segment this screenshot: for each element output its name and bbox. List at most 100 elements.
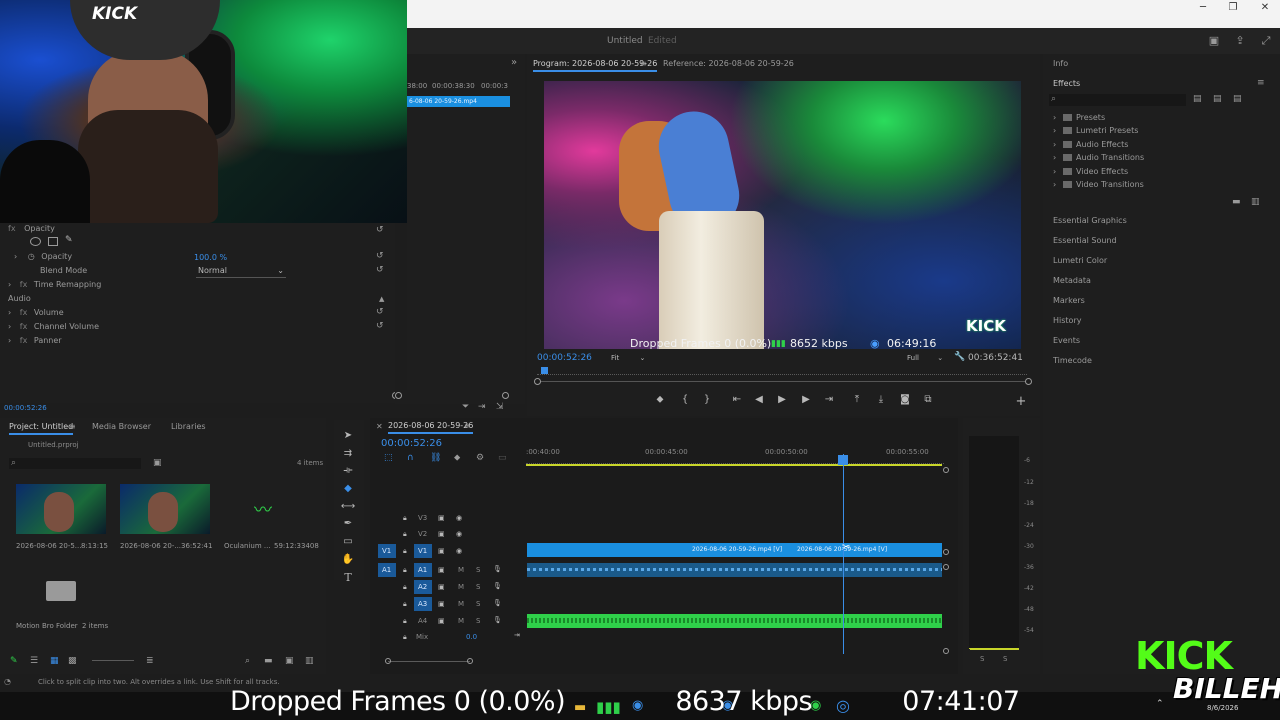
audio-thumbnail[interactable]: 〰 <box>224 484 314 534</box>
vertical-zoom-handle[interactable] <box>943 564 949 570</box>
write-protect-icon[interactable]: ✎ <box>10 656 18 666</box>
playhead-head[interactable] <box>838 455 848 465</box>
collapse-up-icon[interactable]: ▲ <box>379 295 384 303</box>
lock-icon[interactable]: 🔒︎ <box>403 530 407 539</box>
close-icon[interactable]: ✕ <box>376 422 383 431</box>
effects-tree-audio-effects[interactable]: › Audio Effects <box>1053 140 1128 149</box>
pen-tool-icon[interactable]: ✒ <box>340 518 356 532</box>
step-back-icon[interactable]: ◀ <box>752 394 766 408</box>
yuv-effects-icon[interactable]: ▤ <box>1233 94 1242 104</box>
tab-program[interactable]: Program: 2026-08-06 20-59-26 <box>533 59 658 72</box>
track-target-v1[interactable]: V1 <box>414 544 432 558</box>
source-patch-a1[interactable]: A1 <box>378 563 396 577</box>
wrench-icon[interactable]: 🔧 <box>954 352 965 362</box>
reset-icon[interactable]: ↺ <box>376 251 386 261</box>
zoom-handle-left[interactable] <box>534 378 541 385</box>
lock-icon[interactable]: 🔒︎ <box>403 583 407 592</box>
mute-button[interactable]: M <box>458 566 464 574</box>
lock-icon[interactable]: 🔒︎ <box>403 633 407 642</box>
go-to-end-icon[interactable]: ⇥ <box>514 631 520 639</box>
essential-sound-label[interactable]: Essential Sound <box>1053 236 1117 245</box>
icon-view-icon[interactable]: ▦ <box>50 656 59 666</box>
reset-icon[interactable]: ↺ <box>376 225 386 235</box>
filter-icon[interactable]: ⏷ <box>462 402 469 412</box>
tab-menu-icon[interactable]: ≡ <box>640 59 647 68</box>
zoom-handle-right[interactable] <box>943 467 949 473</box>
playhead-marker[interactable] <box>541 367 548 374</box>
tab-libraries[interactable]: Libraries <box>171 422 206 431</box>
zoom-handle-right[interactable] <box>1025 378 1032 385</box>
source-clip[interactable]: 6-08-06 20-59-26.mp4 <box>407 96 510 107</box>
history-label[interactable]: History <box>1053 316 1081 325</box>
solo-button[interactable]: S <box>476 617 480 625</box>
eye-icon[interactable]: ◉ <box>456 530 462 538</box>
media-thumbnail[interactable] <box>16 484 106 534</box>
freeform-view-icon[interactable]: ▩ <box>68 656 77 666</box>
fullscreen-icon[interactable]: ⤢ <box>1259 34 1273 48</box>
add-button-icon[interactable]: + <box>1014 394 1028 409</box>
zoom-handle-left[interactable] <box>395 392 402 399</box>
minimize-button[interactable]: ─ <box>1194 2 1212 16</box>
sync-lock-icon[interactable]: ▣ <box>438 566 445 574</box>
timeline-timecode[interactable]: 00:00:52:26 <box>381 438 442 449</box>
scroll-handle-left[interactable] <box>385 658 391 664</box>
vertical-zoom-handle[interactable] <box>943 648 949 654</box>
track-select-tool-icon[interactable]: ⇉ <box>340 448 356 462</box>
mark-in-icon[interactable]: { <box>678 394 692 408</box>
fit-select[interactable]: Fit ⌄ <box>611 354 645 362</box>
insert-icon[interactable]: ⇥ <box>478 402 486 412</box>
essential-graphics-label[interactable]: Essential Graphics <box>1053 216 1127 225</box>
tab-menu-icon[interactable]: ≡ <box>69 422 76 431</box>
delete-icon[interactable]: ▥ <box>1251 197 1260 207</box>
extract-icon[interactable]: ⤓ <box>874 394 888 408</box>
sync-lock-icon[interactable]: ▣ <box>438 600 445 608</box>
time-remapping-row[interactable]: › fx Time Remapping <box>8 280 101 294</box>
track-target-a2[interactable]: A2 <box>414 580 432 594</box>
effects-search-input[interactable]: ⌕ <box>1049 94 1186 106</box>
eye-icon[interactable]: ◉ <box>456 514 462 522</box>
play-icon[interactable]: ▶ <box>775 394 789 408</box>
tab-project[interactable]: Project: Untitled <box>9 422 74 435</box>
go-to-out-icon[interactable]: ⇥ <box>822 394 836 408</box>
new-bin-icon[interactable]: ▬ <box>1232 197 1241 207</box>
rectangle-tool-icon[interactable]: ▭ <box>340 536 356 550</box>
maximize-button[interactable]: ❐ <box>1224 2 1242 16</box>
effects-panel-label[interactable]: Effects <box>1053 79 1080 88</box>
tab-sequence[interactable]: 2026-08-06 20-59-26 <box>388 421 474 434</box>
info-panel-label[interactable]: Info <box>1053 59 1068 68</box>
linked-selection-icon[interactable]: ⛓ <box>430 453 441 463</box>
quality-select[interactable]: Full ⌄ <box>907 354 943 362</box>
effects-tree-video-effects[interactable]: › Video Effects <box>1053 167 1128 176</box>
solo-left-button[interactable]: S <box>980 655 984 663</box>
video-clip[interactable]: 2026-08-06 20-59-26.mp4 [V] 2026-08-06 2… <box>527 543 942 557</box>
work-area-bar[interactable] <box>526 464 942 466</box>
pen-mask-icon[interactable]: ✎ <box>65 235 73 245</box>
events-label[interactable]: Events <box>1053 336 1080 345</box>
source-patch-v1[interactable]: V1 <box>378 544 396 558</box>
lock-icon[interactable]: 🔒︎ <box>403 566 407 575</box>
compare-icon[interactable]: ⧉ <box>921 394 935 408</box>
effects-tree-lumetri-presets[interactable]: › Lumetri Presets <box>1053 126 1138 135</box>
clear-icon[interactable]: ▥ <box>305 656 314 666</box>
panner-row[interactable]: › fx Panner <box>8 336 62 350</box>
effects-tree-video-transitions[interactable]: › Video Transitions <box>1053 180 1144 189</box>
current-timecode[interactable]: 00:00:52:26 <box>537 353 592 363</box>
lumetri-color-label[interactable]: Lumetri Color <box>1053 256 1107 265</box>
metadata-label[interactable]: Metadata <box>1053 276 1091 285</box>
timeline-ruler[interactable]: :00:40:00 00:00:45:00 00:00:50:00 00:00:… <box>526 446 944 464</box>
reset-icon[interactable]: ↺ <box>376 321 386 331</box>
sync-lock-icon[interactable]: ▣ <box>438 514 445 522</box>
audio-clip-a4[interactable] <box>527 614 942 628</box>
find-icon[interactable]: ⌕ <box>245 656 250 666</box>
scroll-handle-right[interactable] <box>467 658 473 664</box>
sync-lock-icon[interactable]: ▣ <box>438 617 445 625</box>
volume-row[interactable]: › fx Volume <box>8 308 64 322</box>
lock-icon[interactable]: 🔒︎ <box>403 547 407 556</box>
lock-icon[interactable]: 🔒︎ <box>403 600 407 609</box>
tab-reference[interactable]: Reference: 2026-08-06 20-59-26 <box>663 59 794 68</box>
lock-icon[interactable]: 🔒︎ <box>403 617 407 626</box>
mark-out-icon[interactable]: } <box>700 394 714 408</box>
quick-export-icon[interactable]: ▣ <box>1207 34 1221 48</box>
folder-icon[interactable] <box>46 581 76 601</box>
timecode-label[interactable]: Timecode <box>1053 356 1092 365</box>
